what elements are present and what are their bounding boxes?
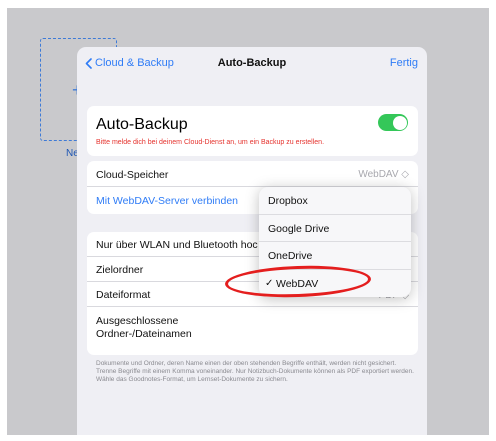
navigation-bar: Cloud & Backup Auto-Backup Fertig [77, 47, 427, 80]
connect-webdav-link[interactable]: Mit WebDAV-Server verbinden [96, 195, 238, 207]
menu-item-dropbox[interactable]: Dropbox [259, 187, 411, 215]
cloud-storage-label: Cloud-Speicher [96, 169, 169, 181]
cloud-storage-row[interactable]: Cloud-Speicher WebDAV ◇ [87, 161, 418, 187]
toggle-knob [392, 115, 407, 130]
menu-item-onedrive[interactable]: OneDrive [259, 242, 411, 270]
cloud-storage-value: WebDAV ◇ [358, 169, 409, 180]
excluded-names-label: Ausgeschlossene Ordner-/Dateinamen [96, 315, 192, 341]
menu-item-label: Google Drive [268, 222, 330, 235]
footer-note: Dokumente und Ordner, deren Name einen d… [96, 360, 414, 384]
auto-backup-label: Auto-Backup [96, 116, 188, 133]
done-button[interactable]: Fertig [390, 57, 418, 69]
menu-item-label: Dropbox [268, 195, 308, 207]
menu-item-google-drive[interactable]: Google Drive [259, 215, 411, 242]
wlan-only-label: Nur über WLAN und Bluetooth hoc [96, 239, 258, 251]
file-format-label: Dateiformat [96, 289, 151, 301]
menu-item-label: OneDrive [268, 250, 313, 262]
login-warning: Bitte melde dich bei deinem Cloud-Dienst… [96, 139, 325, 146]
page-title: Auto-Backup [217, 57, 287, 69]
excluded-names-line1: Ausgeschlossene [96, 315, 179, 327]
excluded-names-line2: Ordner-/Dateinamen [96, 328, 192, 340]
auto-backup-group: Auto-Backup Bitte melde dich bei deinem … [87, 106, 418, 156]
auto-backup-toggle[interactable] [378, 114, 408, 131]
excluded-names-row[interactable]: Ausgeschlossene Ordner-/Dateinamen [87, 307, 418, 354]
target-folder-label: Zielordner [96, 264, 144, 276]
